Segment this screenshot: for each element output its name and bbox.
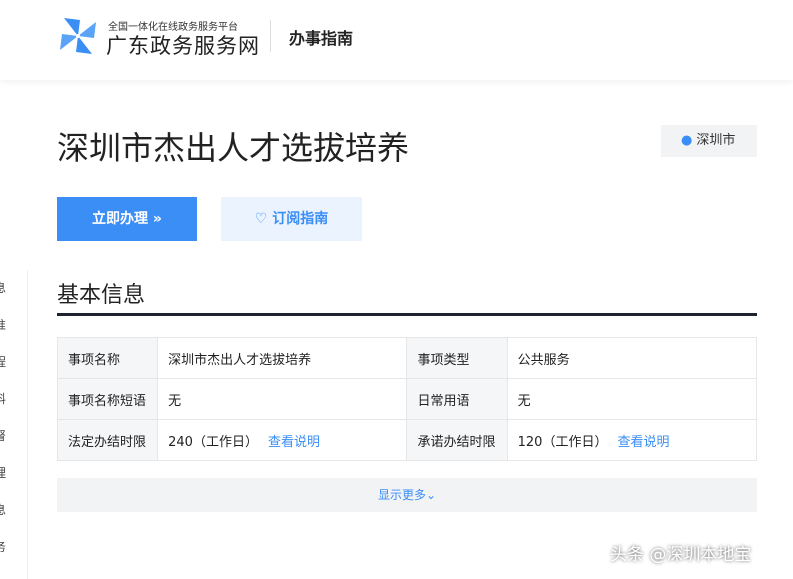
sidebar-item[interactable]: 料: [0, 381, 27, 418]
view-explanation-link[interactable]: 查看说明: [617, 435, 669, 450]
field-value: 240（工作日） 查看说明: [157, 419, 408, 461]
field-label: 事项名称短语: [56, 378, 159, 420]
logo-pinwheel-icon: [60, 18, 96, 54]
field-label: 事项类型: [406, 337, 508, 379]
header-section-title: 办事指南: [289, 29, 354, 48]
divider: [270, 20, 271, 52]
site-header: 全国一体化在线政务服务平台 广东政务服务网 办事指南: [0, 0, 793, 80]
heart-icon: ♡: [254, 211, 273, 227]
sidebar-item[interactable]: 程: [0, 344, 27, 381]
table-row: 法定办结时限 240（工作日） 查看说明 承诺办结时限 120（工作日） 查看说明: [56, 419, 758, 461]
field-value: 公共服务: [506, 337, 758, 379]
apply-now-button[interactable]: 立即办理 »: [57, 197, 197, 241]
sidebar-item[interactable]: 息: [0, 270, 27, 307]
view-explanation-link[interactable]: 查看说明: [268, 435, 320, 450]
logo-title[interactable]: 广东政务服务网: [106, 30, 260, 60]
time-limit-value: 240（工作日）: [168, 434, 258, 450]
section-underline: [57, 313, 757, 316]
subscribe-label: 订阅指南: [272, 211, 329, 227]
location-label: 深圳市: [696, 133, 736, 148]
field-value: 无: [157, 378, 408, 420]
section-heading: 基本信息: [57, 283, 146, 308]
page-title: 深圳市杰出人才选拔培养: [57, 129, 410, 167]
sidebar-item[interactable]: 务: [0, 529, 27, 566]
location-selector[interactable]: ● 深圳市: [661, 125, 757, 157]
field-value: 120（工作日） 查看说明: [506, 419, 758, 461]
field-value: 无: [506, 378, 758, 420]
field-label: 法定办结时限: [56, 419, 159, 461]
table-row: 事项名称 深圳市杰出人才选拔培养 事项类型 公共服务: [56, 337, 758, 379]
subscribe-guide-button[interactable]: ♡ 订阅指南: [221, 197, 362, 241]
show-more-button[interactable]: 显示更多⌄: [57, 478, 757, 512]
basic-info-table: 事项名称 深圳市杰出人才选拔培养 事项类型 公共服务 事项名称短语无日常用语无 法定办…: [56, 337, 758, 461]
field-label: 事项名称: [56, 337, 159, 379]
sidebar-nav: 息 准 程 料 督 理 息 务: [0, 270, 28, 579]
sidebar-item[interactable]: 督: [0, 418, 27, 455]
field-label: 承诺办结时限: [406, 419, 508, 461]
watermark: 头条 @深圳本地宝: [610, 545, 752, 565]
sidebar-item[interactable]: 理: [0, 455, 27, 492]
sidebar-item[interactable]: 息: [0, 492, 27, 529]
field-label: 日常用语: [406, 378, 508, 420]
location-pin-icon: ●: [681, 133, 693, 148]
field-value: 深圳市杰出人才选拔培养: [157, 337, 408, 379]
table-row: 事项名称短语无日常用语无: [56, 378, 758, 420]
sidebar-item[interactable]: 准: [0, 307, 27, 344]
time-limit-value: 120（工作日）: [517, 434, 608, 450]
